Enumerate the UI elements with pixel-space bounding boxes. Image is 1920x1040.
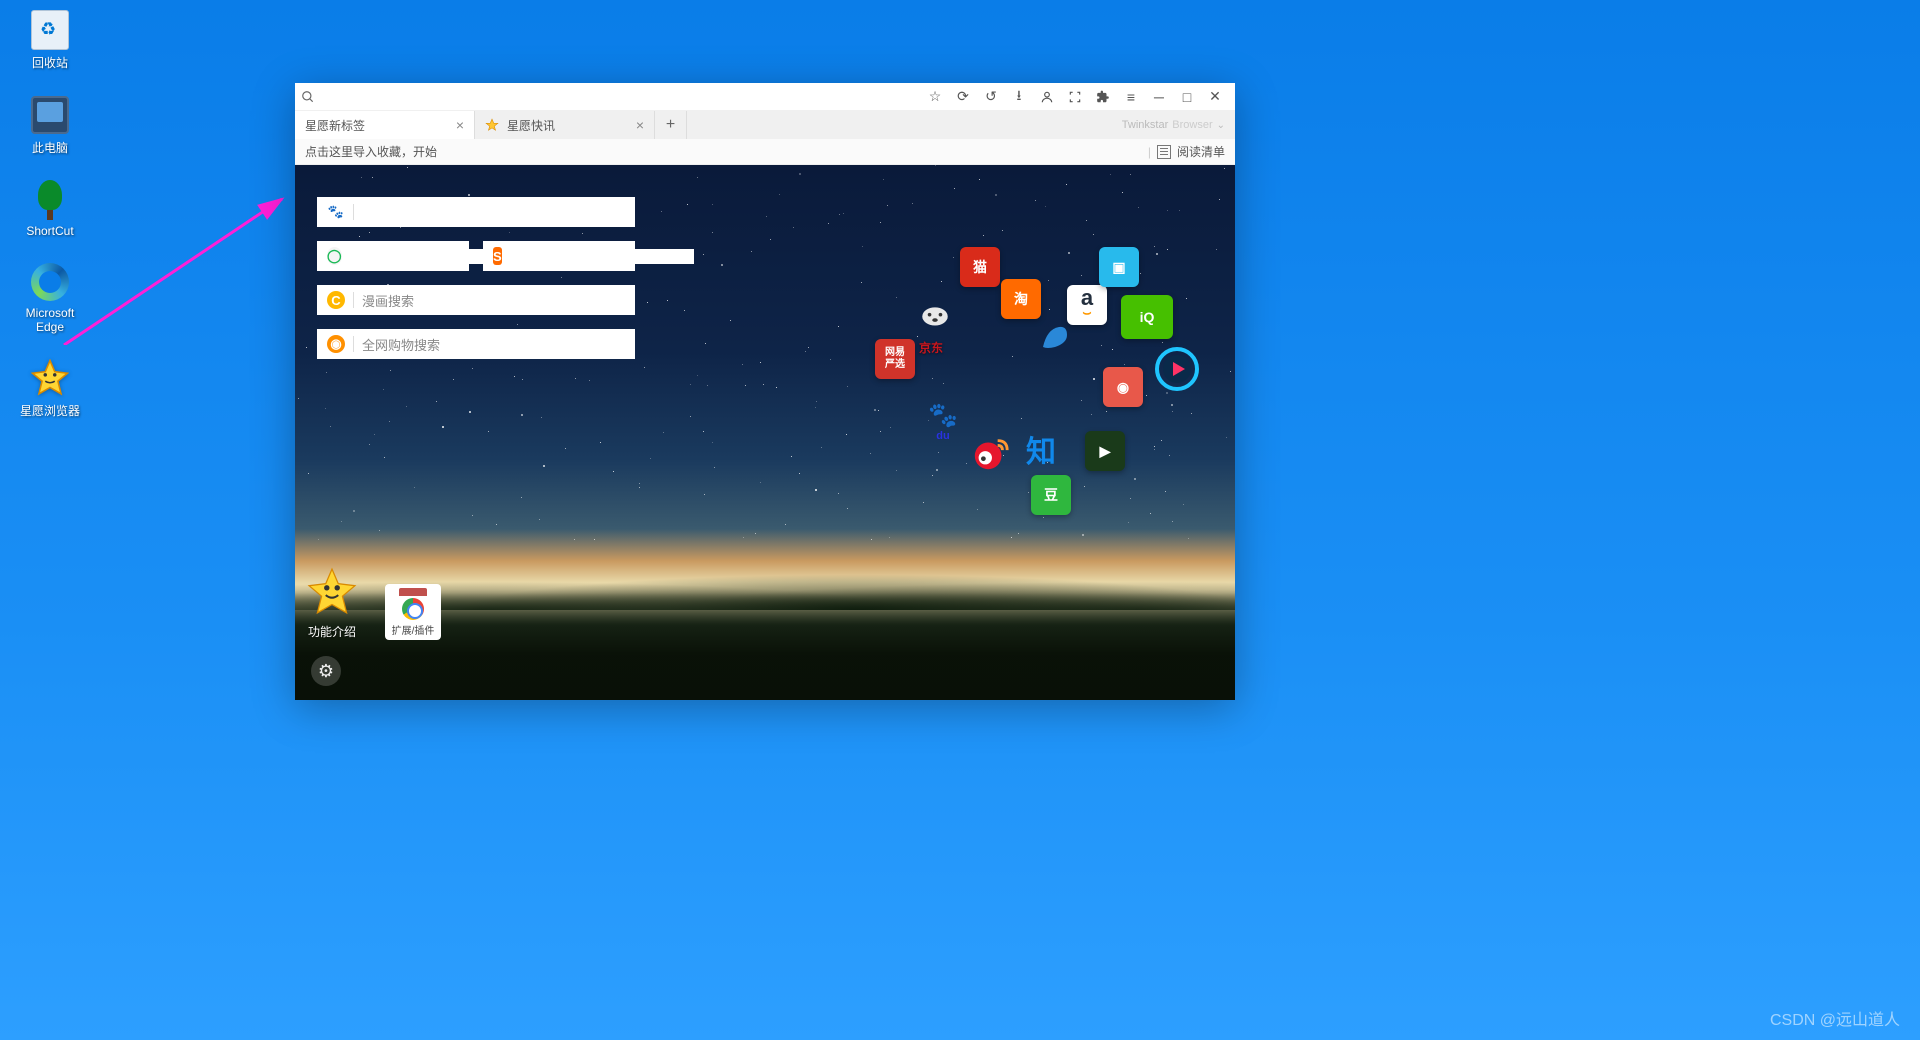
brand-name: Twinkstar: [1122, 119, 1168, 131]
annotation-arrow: [60, 195, 290, 345]
site-shortcut-tmall[interactable]: 猫: [960, 247, 1000, 287]
tab-new-tab[interactable]: 星愿新标签 ×: [295, 111, 475, 139]
search-icon[interactable]: [301, 90, 315, 104]
icon-label: ShortCut: [26, 224, 73, 238]
tab-title: 星愿快讯: [507, 117, 555, 134]
maximize-button[interactable]: □: [1173, 86, 1201, 108]
desktop-icon-twinkstar[interactable]: 星愿浏览器: [15, 358, 85, 419]
recycle-bin-icon: [30, 10, 70, 50]
desktop-icon-this-pc[interactable]: 此电脑: [15, 95, 85, 156]
refresh-icon[interactable]: ⟳: [949, 86, 977, 108]
comic-search-box[interactable]: C 漫画搜索: [317, 285, 635, 315]
360-icon: ◯: [327, 247, 342, 265]
360-search-box[interactable]: ◯: [317, 241, 469, 271]
extensions-tile[interactable]: 扩展/插件: [385, 584, 441, 640]
edge-icon: [30, 262, 70, 302]
settings-gear-button[interactable]: ⚙: [311, 656, 341, 686]
baidu-search-box[interactable]: 🐾: [317, 197, 635, 227]
site-shortcut-weibo[interactable]: [971, 433, 1011, 473]
site-shortcut-taobao[interactable]: 淘: [1001, 279, 1041, 319]
icon-label: 回收站: [32, 54, 68, 71]
site-shortcut-iqiyi[interactable]: iQ: [1121, 295, 1173, 339]
comic-search-label: 漫画搜索: [362, 291, 414, 310]
search-stack: 🐾 ◯ S C 漫画搜索: [317, 197, 635, 359]
icon-label: 星愿浏览器: [20, 402, 80, 419]
close-button[interactable]: ✕: [1201, 86, 1229, 108]
tab-title: 星愿新标签: [305, 117, 365, 134]
sogou-search-box[interactable]: S: [483, 241, 635, 271]
browser-brand: Twinkstar Browser ⌄: [1112, 111, 1235, 139]
baidu-search-input[interactable]: [362, 205, 625, 220]
reading-list-button[interactable]: 阅读清单: [1177, 143, 1225, 160]
history-icon[interactable]: ↺: [977, 86, 1005, 108]
shopping-search-box[interactable]: ◉ 全网购物搜索: [317, 329, 635, 359]
shopping-icon: ◉: [327, 335, 345, 353]
site-shortcuts-cloud: 猫淘a⌣▣iQ京东网易严选◉🐾du知▶豆: [875, 247, 1215, 597]
desktop-icons: 回收站 此电脑 ShortCut Microsoft Edge 星愿浏览器: [15, 10, 85, 419]
import-bookmarks-link[interactable]: 点击这里导入收藏，开始: [305, 143, 437, 160]
new-tab-content: 🐾 ◯ S C 漫画搜索: [295, 165, 1235, 700]
menu-icon[interactable]: ≡: [1117, 86, 1145, 108]
bottom-tiles: 功能介绍 扩展/插件: [307, 567, 441, 640]
extensions-icon[interactable]: [1089, 86, 1117, 108]
star-icon: [485, 118, 499, 132]
tree-icon: [30, 180, 70, 220]
this-pc-icon: [30, 95, 70, 135]
site-shortcut-youtube-red[interactable]: ◉: [1103, 367, 1143, 407]
screenshot-icon[interactable]: [1061, 86, 1089, 108]
star-icon: [30, 358, 70, 398]
browser-top-bar: ☆ ⟳ ↺ ⭳ ≡ ─ □ ✕: [295, 83, 1235, 111]
site-shortcut-zhihu[interactable]: 知: [1021, 429, 1061, 469]
brand-suffix: Browser: [1172, 119, 1212, 131]
tile-label: 功能介绍: [308, 623, 356, 640]
tab-close-icon[interactable]: ×: [636, 117, 644, 133]
minimize-button[interactable]: ─: [1145, 86, 1173, 108]
icon-label: 此电脑: [32, 139, 68, 156]
desktop-icon-edge[interactable]: Microsoft Edge: [15, 262, 85, 334]
site-shortcut-douban[interactable]: 豆: [1031, 475, 1071, 515]
site-shortcut-play[interactable]: ▶: [1085, 431, 1125, 471]
reading-list-icon: [1157, 145, 1171, 159]
sogou-icon: S: [493, 247, 502, 265]
site-shortcut-jd[interactable]: [915, 301, 955, 341]
new-tab-button[interactable]: +: [655, 111, 687, 139]
watermark: CSDN @远山道人: [1770, 1006, 1900, 1030]
bookmark-bar: 点击这里导入收藏，开始 | 阅读清单: [295, 139, 1235, 165]
chrome-store-icon: 扩展/插件: [385, 584, 441, 640]
site-shortcut-baidu[interactable]: 🐾du: [917, 395, 969, 447]
tab-close-icon[interactable]: ×: [456, 117, 464, 133]
favorite-icon[interactable]: ☆: [921, 86, 949, 108]
browser-window: ☆ ⟳ ↺ ⭳ ≡ ─ □ ✕ 星愿新标签 × 星愿快讯 × + Twinkst…: [295, 83, 1235, 700]
download-icon[interactable]: ⭳: [1005, 86, 1033, 108]
site-shortcut-bilibili[interactable]: ▣: [1099, 247, 1139, 287]
sogou-search-input[interactable]: [518, 249, 694, 264]
chevron-down-icon[interactable]: ⌄: [1217, 120, 1225, 131]
desktop-icon-recycle-bin[interactable]: 回收站: [15, 10, 85, 71]
icon-label: Microsoft Edge: [15, 306, 85, 334]
tab-bar: 星愿新标签 × 星愿快讯 × + Twinkstar Browser ⌄: [295, 111, 1235, 139]
features-tile[interactable]: 功能介绍: [307, 567, 357, 640]
shopping-search-label: 全网购物搜索: [362, 335, 440, 354]
baidu-paw-icon: 🐾: [327, 203, 345, 221]
desktop-icon-shortcut[interactable]: ShortCut: [15, 180, 85, 238]
site-shortcut-ctrip[interactable]: [1035, 317, 1075, 357]
site-shortcut-netease[interactable]: 网易严选: [875, 339, 915, 379]
site-shortcut-youku[interactable]: [1155, 347, 1199, 391]
comic-icon: C: [327, 291, 345, 309]
tab-news[interactable]: 星愿快讯 ×: [475, 111, 655, 139]
store-label: 扩展/插件: [392, 622, 435, 637]
star-face-icon: [307, 567, 357, 617]
account-icon[interactable]: [1033, 86, 1061, 108]
